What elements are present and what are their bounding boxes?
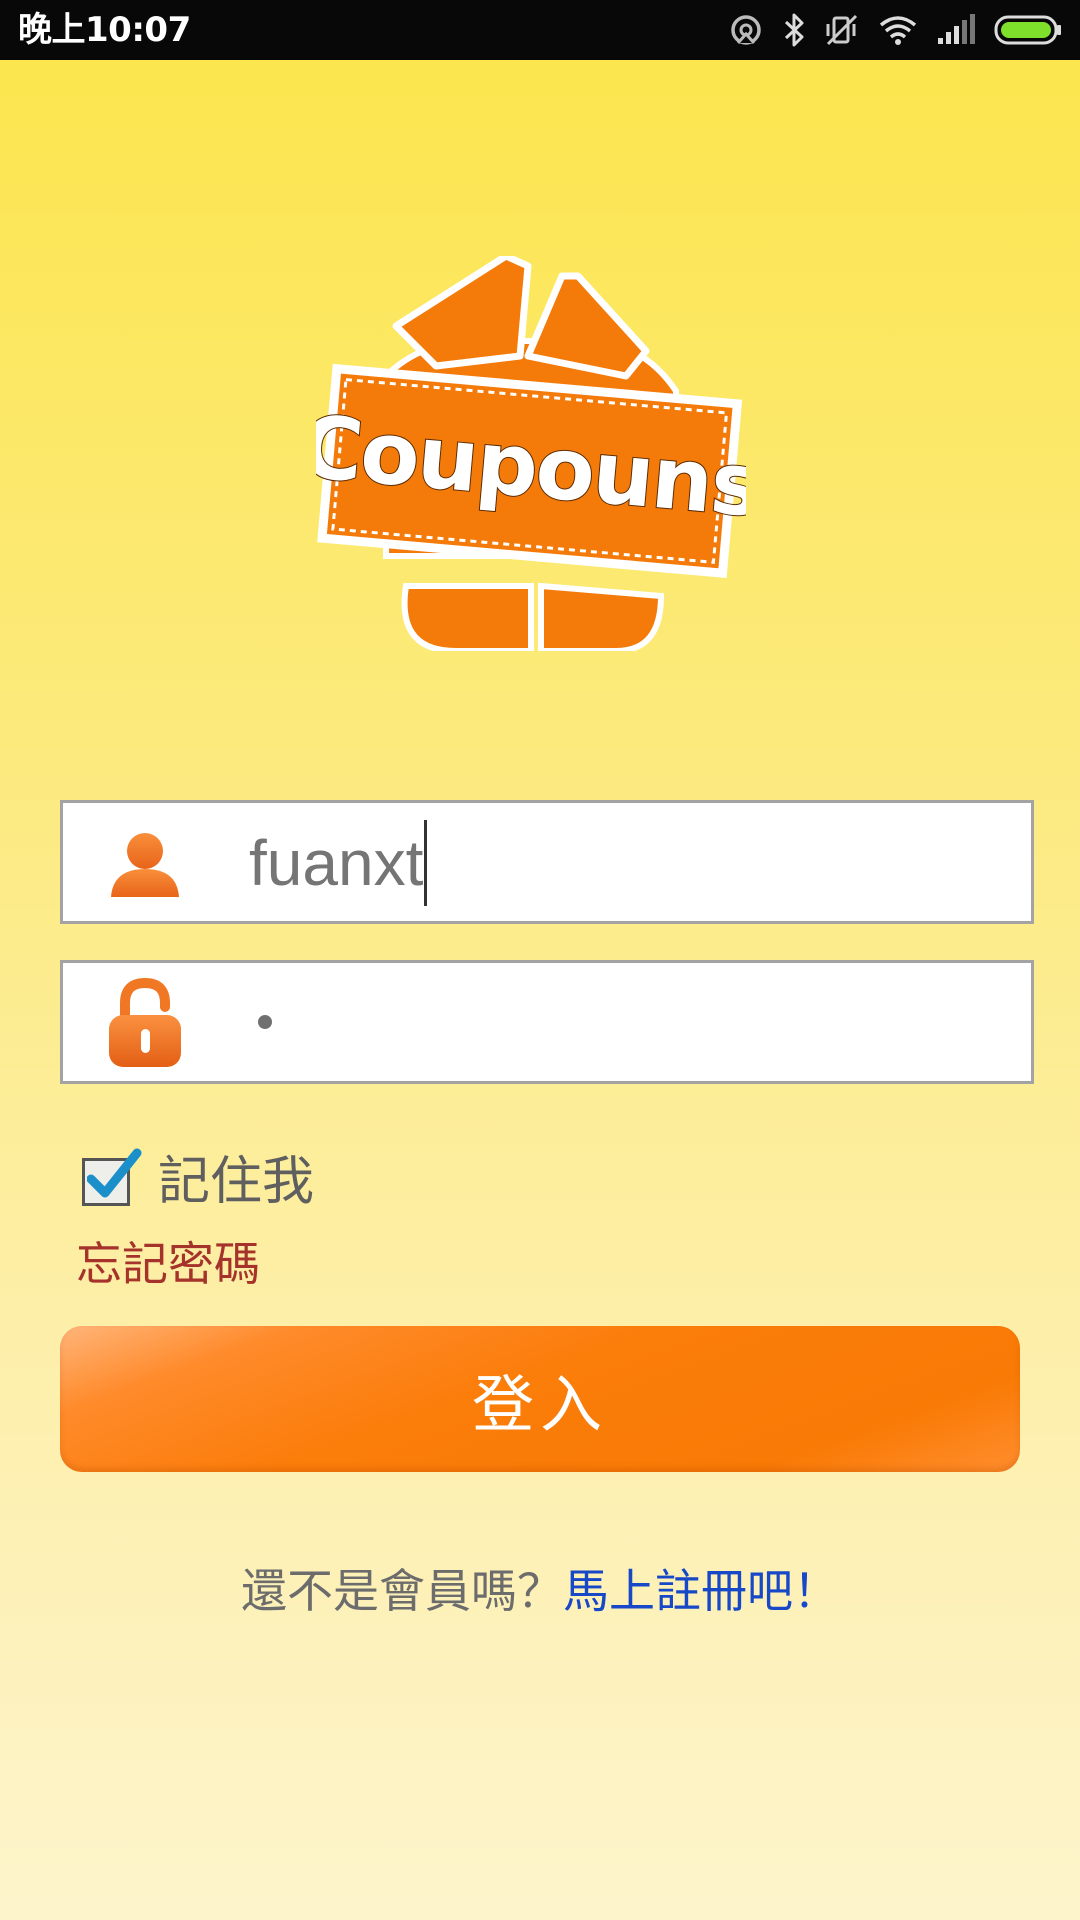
- login-button[interactable]: 登入: [60, 1326, 1020, 1472]
- battery-icon: [994, 15, 1061, 45]
- status-icons: [728, 10, 1064, 50]
- remember-me[interactable]: 記住我: [82, 1148, 315, 1214]
- text-caret: [424, 820, 428, 906]
- status-time: 晚上10:07: [18, 10, 191, 50]
- lock-icon: [109, 977, 181, 1067]
- remember-me-label: 記住我: [158, 1152, 315, 1212]
- checkmark-icon: [87, 1148, 142, 1198]
- remember-me-checkbox[interactable]: [82, 1148, 142, 1206]
- silent-icon: [826, 14, 858, 46]
- coupouns-logo: Coupouns: [316, 256, 746, 651]
- register-prompt-line: 還不是會員嗎？馬上註冊吧！: [0, 1556, 1080, 1626]
- register-prompt: 還不是會員嗎？: [241, 1564, 563, 1618]
- password-field[interactable]: [60, 960, 1034, 1084]
- sync-icon: [731, 15, 761, 45]
- login-button-label: 登入: [471, 1368, 608, 1441]
- username-value: fuanxt: [249, 827, 424, 899]
- username-field[interactable]: fuanxt: [60, 800, 1034, 924]
- wifi-icon: [879, 16, 917, 45]
- register-link[interactable]: 馬上註冊吧！: [563, 1564, 839, 1618]
- status-bar: 晚上10:07: [0, 0, 1080, 60]
- password-mask: [258, 1015, 272, 1029]
- forgot-password-link[interactable]: 忘記密碼: [76, 1232, 260, 1296]
- signal-icon: [938, 14, 975, 44]
- user-icon: [111, 833, 179, 897]
- bluetooth-icon: [784, 13, 804, 47]
